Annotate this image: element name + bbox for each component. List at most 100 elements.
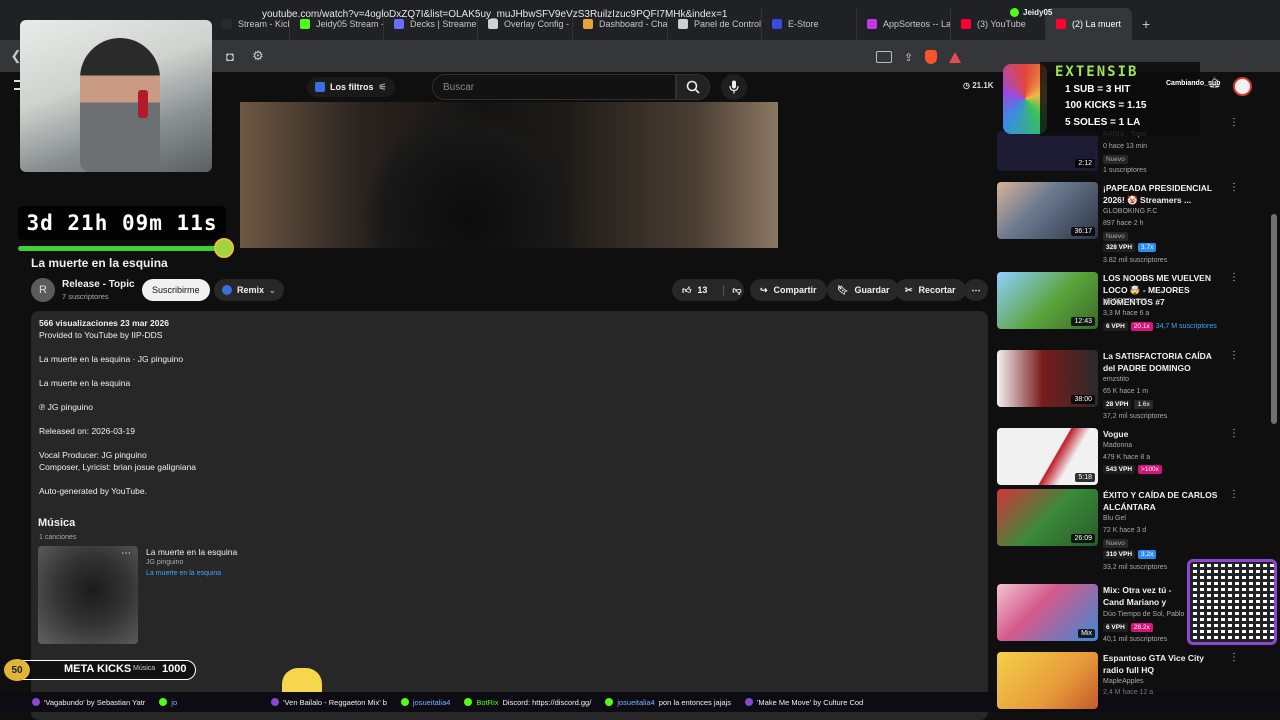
video-title[interactable]: Espantoso GTA Vice City radio full HQ: [1103, 652, 1223, 676]
video-meta: 897 hace 2 h: [1103, 220, 1144, 227]
recommended-video[interactable]: Espantoso GTA Vice City radio full HQ Ma…: [997, 652, 1239, 709]
new-badge: Nuevo: [1103, 232, 1128, 241]
voice-search-button[interactable]: [721, 74, 747, 100]
tab-label: Dashboard - Cha: [599, 19, 668, 29]
clip-button[interactable]: ✂ Recortar: [895, 279, 966, 301]
video-subs: 3.82 mil suscriptores: [1103, 257, 1168, 264]
more-icon[interactable]: ⋮: [1229, 489, 1239, 500]
recommended-video[interactable]: 38:00 La SATISFACTORIA CAÍDA del PADRE D…: [997, 350, 1239, 420]
dislike-icon[interactable]: 👎︎: [723, 284, 742, 296]
video-thumbnail[interactable]: Mix: [997, 584, 1098, 641]
profile-chip[interactable]: Jeidy05: [1010, 8, 1052, 17]
browser-tab[interactable]: E-Store: [762, 8, 857, 40]
more-icon[interactable]: ⋮: [1229, 428, 1239, 439]
more-actions-button[interactable]: ⋯: [964, 279, 988, 301]
tab-label: Stream - Kick Da: [238, 19, 289, 29]
video-thumbnail[interactable]: 36:17: [997, 182, 1098, 239]
search-input[interactable]: Buscar: [432, 74, 676, 100]
emote-icon: [214, 238, 234, 258]
rewards-icon[interactable]: [949, 51, 962, 63]
avatar[interactable]: [1233, 77, 1252, 96]
like-icon[interactable]: 👍︎: [682, 285, 691, 296]
site-info-icon[interactable]: ⚙: [244, 42, 272, 70]
video-meta: 0 hace 13 min: [1103, 143, 1147, 150]
extension-rule: 100 KICKS = 1.15: [1065, 100, 1147, 111]
install-app-icon[interactable]: [876, 51, 892, 63]
scrollbar[interactable]: [1271, 214, 1277, 424]
video-thumbnail[interactable]: 38:00: [997, 350, 1098, 407]
browser-tab[interactable]: AppSorteos -- La: [857, 8, 951, 40]
recommended-video[interactable]: 36:17 ¡PAPEADA PRESIDENCIAL 2026! 🤡 Stre…: [997, 182, 1239, 264]
video-thumbnail[interactable]: 5:18: [997, 428, 1098, 485]
more-icon[interactable]: ⋮: [1229, 182, 1239, 193]
video-title[interactable]: La SATISFACTORIA CAÍDA del PADRE DOMINGO: [1103, 350, 1223, 374]
ticker-item: 'Make Me Move' by Culture Cod: [744, 698, 863, 707]
video-duration: 38:00: [1071, 395, 1095, 404]
tab-favicon-icon: [488, 19, 498, 29]
video-thumbnail[interactable]: [997, 652, 1098, 709]
subscribe-button[interactable]: Suscribirme: [142, 279, 210, 301]
mix-badge: Mix: [1078, 629, 1095, 638]
new-badge: Nuevo: [1103, 539, 1128, 548]
share-icon[interactable]: ⇪: [904, 51, 913, 64]
video-thumbnail[interactable]: 26:09: [997, 489, 1098, 546]
ticker-text: 'Vagabundo' by Sebastian Yatr: [44, 697, 146, 707]
remix-icon: [222, 285, 232, 295]
vph-badge: 310 VPH: [1103, 550, 1136, 559]
song-title[interactable]: La muerte en la esquina: [146, 547, 237, 557]
filters-button[interactable]: Los filtros ⚟: [307, 77, 395, 97]
multiplier-badge: >100x: [1138, 465, 1162, 474]
channel-avatar[interactable]: R: [31, 278, 55, 302]
video-meta: 65 K hace 1 m: [1103, 388, 1149, 395]
song-album[interactable]: La muerte en la esquina: [146, 570, 221, 577]
profile-icon: [1010, 8, 1019, 17]
video-title[interactable]: ÉXITO Y CAÍDA DE CARLOS ALCÁNTARA: [1103, 489, 1223, 513]
tab-label: (2) La muert: [1072, 19, 1122, 29]
description-line: ℗ JG pinguino: [39, 402, 93, 412]
header-count: 21.1K: [972, 81, 994, 90]
chevron-down-icon: ⌄: [269, 285, 276, 295]
recommended-video[interactable]: 5:18 Vogue Madonna 479 K hace 8 a 543 VP…: [997, 428, 1239, 486]
like-count[interactable]: 13: [697, 285, 707, 295]
video-thumbnail[interactable]: 2:12: [997, 131, 1098, 171]
video-meta: 479 K hace 8 a: [1103, 454, 1151, 461]
tab-label: Decks | Streamer: [410, 19, 478, 29]
meta-label: META KICKS: [64, 663, 132, 675]
save-button[interactable]: 🔖︎ Guardar: [827, 279, 900, 301]
description-box[interactable]: [31, 311, 988, 720]
channel-name[interactable]: Release - Topic: [62, 279, 135, 290]
extension-rule: 1 SUB = 3 HIT: [1065, 84, 1131, 95]
url-text[interactable]: youtube.com/watch?v=4ogloDxZQ7I&list=OLA…: [262, 9, 728, 20]
new-badge: Nuevo: [1103, 155, 1128, 164]
video-title[interactable]: Vogue: [1103, 428, 1223, 440]
video-duration: 2:12: [1075, 159, 1095, 168]
remix-button[interactable]: Remix ⌄: [214, 279, 284, 301]
more-icon[interactable]: ⋮: [1229, 117, 1239, 128]
video-subs: 33,2 mil suscriptores: [1103, 564, 1168, 571]
like-dislike-group: 👍︎ 13 👎︎: [672, 279, 744, 301]
vph-badge: 28 VPH: [1103, 400, 1132, 409]
video-title[interactable]: ¡PAPEADA PRESIDENCIAL 2026! 🤡 Streamers …: [1103, 182, 1223, 206]
vph-badge: 543 VPH: [1103, 465, 1136, 474]
more-icon[interactable]: ⋮: [1229, 350, 1239, 361]
tab-label: Overlay Config -: [504, 19, 570, 29]
bookmark-icon[interactable]: ◘: [216, 42, 244, 70]
brave-shield-icon[interactable]: [925, 50, 938, 64]
search-button[interactable]: [676, 74, 710, 100]
video-channel: MapleApples: [1103, 678, 1144, 685]
video-thumbnail[interactable]: 12:43: [997, 272, 1098, 329]
video-title[interactable]: Mix: Otra vez tú - Cand Mariano y Teresa…: [1103, 584, 1185, 608]
more-icon[interactable]: ⋮: [1229, 652, 1239, 663]
more-icon[interactable]: ⋮: [1229, 272, 1239, 283]
recommended-video[interactable]: 26:09 ÉXITO Y CAÍDA DE CARLOS ALCÁNTARA …: [997, 489, 1239, 571]
song-more-icon[interactable]: ⋯: [121, 548, 131, 559]
new-tab-button[interactable]: +: [1132, 8, 1156, 40]
recommended-video[interactable]: 12:43 LOS NOOBS ME VUELVEN LOCO 🤯 - MEJO…: [997, 272, 1239, 331]
browser-tab-active[interactable]: (2) La muert✕: [1046, 8, 1132, 40]
video-subs: 37,2 mil suscriptores: [1103, 413, 1168, 420]
kick-favicon-icon: [300, 19, 310, 29]
song-thumbnail[interactable]: [38, 546, 138, 644]
ticker-user: BotRix: [476, 697, 499, 707]
share-button[interactable]: ↪ Compartir: [750, 279, 827, 301]
multiplier-badge: 3.2x: [1138, 550, 1157, 559]
